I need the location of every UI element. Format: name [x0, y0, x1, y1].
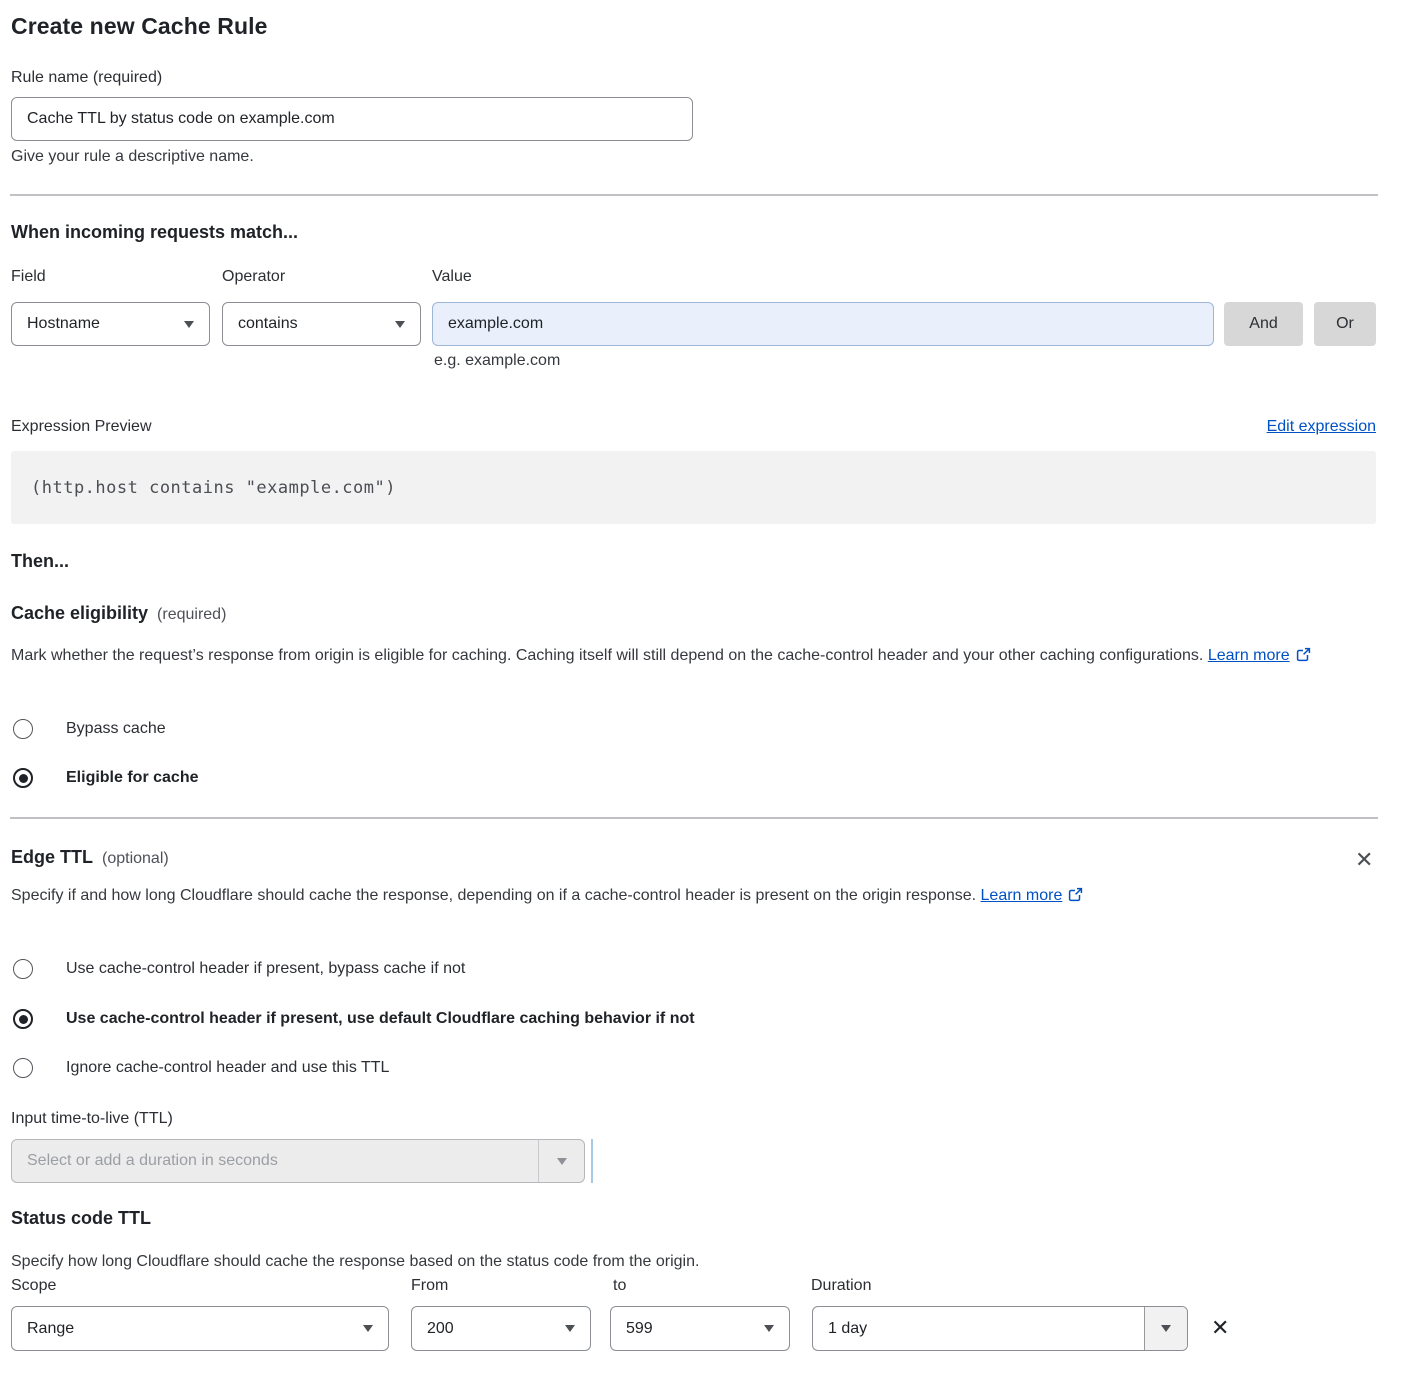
status-code-ttl-description: Specify how long Cloudflare should cache… [11, 1247, 1357, 1276]
section-divider [10, 194, 1378, 196]
field-select[interactable]: Hostname [11, 302, 210, 346]
value-label: Value [432, 268, 472, 286]
edge-ttl-heading-row: Edge TTL (optional) [11, 847, 169, 868]
match-section-heading: When incoming requests match... [11, 222, 298, 243]
external-link-icon [1296, 647, 1311, 662]
from-column-label: From [411, 1277, 448, 1295]
from-select-value: 200 [427, 1320, 565, 1338]
radio-icon-selected [13, 1009, 33, 1029]
duration-column-label: Duration [811, 1277, 871, 1295]
to-select-value: 599 [626, 1320, 764, 1338]
ttl-input-label: Input time-to-live (TTL) [11, 1110, 173, 1128]
radio-option-label: Use cache-control header if present, use… [66, 1010, 695, 1028]
chevron-down-icon [1161, 1325, 1171, 1332]
cache-eligibility-qualifier: (required) [157, 606, 226, 623]
chevron-down-icon [557, 1158, 567, 1165]
chevron-down-icon [764, 1325, 774, 1332]
section-divider [10, 817, 1378, 819]
dropdown-arrow-button[interactable] [1144, 1307, 1187, 1350]
edge-ttl-description: Specify if and how long Cloudflare shoul… [11, 881, 1121, 910]
cache-eligibility-description: Mark whether the request’s response from… [11, 641, 1357, 670]
learn-more-link[interactable]: Learn more [981, 887, 1063, 904]
cache-eligibility-heading: Cache eligibility [11, 603, 148, 623]
radio-option-bypass-cache[interactable]: Bypass cache [11, 719, 166, 739]
radio-option-ignore-header[interactable]: Ignore cache-control header and use this… [11, 1058, 389, 1078]
or-button[interactable]: Or [1314, 302, 1376, 346]
radio-option-label: Use cache-control header if present, byp… [66, 960, 465, 978]
operator-select[interactable]: contains [222, 302, 421, 346]
chevron-down-icon [565, 1325, 575, 1332]
value-helper: e.g. example.com [434, 352, 560, 370]
field-select-value: Hostname [27, 315, 184, 333]
to-column-label: to [613, 1277, 626, 1295]
value-input[interactable] [432, 302, 1214, 346]
scope-select-value: Range [27, 1320, 363, 1338]
radio-option-eligible-for-cache[interactable]: Eligible for cache [11, 768, 198, 788]
radio-icon [13, 719, 33, 739]
radio-icon [13, 1058, 33, 1078]
delete-row-icon[interactable]: ✕ [1211, 1317, 1229, 1339]
page-title: Create new Cache Rule [11, 13, 267, 40]
rule-name-helper: Give your rule a descriptive name. [11, 148, 254, 166]
scope-select[interactable]: Range [11, 1306, 389, 1351]
operator-label: Operator [222, 268, 285, 286]
radio-option-label: Eligible for cache [66, 769, 198, 787]
rule-name-label: Rule name (required) [11, 69, 162, 87]
expression-code: (http.host contains "example.com") [31, 478, 396, 498]
edge-ttl-heading: Edge TTL [11, 847, 93, 867]
operator-select-value: contains [238, 315, 395, 333]
radio-option-label: Ignore cache-control header and use this… [66, 1059, 389, 1077]
status-code-ttl-heading: Status code TTL [11, 1208, 151, 1229]
chevron-down-icon [363, 1325, 373, 1332]
scope-column-label: Scope [11, 1277, 56, 1295]
ttl-duration-combobox[interactable]: Select or add a duration in seconds [11, 1139, 585, 1183]
then-heading: Then... [11, 551, 69, 572]
to-select[interactable]: 599 [610, 1306, 790, 1351]
ttl-combobox-placeholder: Select or add a duration in seconds [12, 1140, 538, 1182]
edit-expression-link[interactable]: Edit expression [1267, 418, 1376, 436]
radio-option-use-header-bypass[interactable]: Use cache-control header if present, byp… [11, 959, 465, 979]
field-label: Field [11, 268, 46, 286]
duration-combobox-value: 1 day [813, 1307, 1144, 1350]
text-cursor [591, 1139, 593, 1183]
expression-preview-box: (http.host contains "example.com") [11, 451, 1376, 524]
and-button[interactable]: And [1224, 302, 1303, 346]
edge-ttl-qualifier: (optional) [102, 850, 169, 867]
external-link-icon [1068, 887, 1083, 902]
from-select[interactable]: 200 [411, 1306, 591, 1351]
chevron-down-icon [395, 321, 405, 328]
create-cache-rule-form: Create new Cache Rule Rule name (require… [0, 0, 1412, 1376]
close-icon[interactable]: ✕ [1355, 849, 1373, 871]
duration-combobox[interactable]: 1 day [812, 1306, 1188, 1351]
radio-icon-selected [13, 768, 33, 788]
dropdown-arrow-button [538, 1140, 584, 1182]
rule-name-input[interactable] [11, 97, 693, 141]
cache-eligibility-heading-row: Cache eligibility (required) [11, 603, 226, 624]
edge-ttl-description-text: Specify if and how long Cloudflare shoul… [11, 887, 976, 904]
radio-option-use-header-default[interactable]: Use cache-control header if present, use… [11, 1009, 695, 1029]
expression-preview-label: Expression Preview [11, 418, 152, 436]
chevron-down-icon [184, 321, 194, 328]
learn-more-link[interactable]: Learn more [1208, 647, 1290, 664]
radio-option-label: Bypass cache [66, 720, 166, 738]
radio-icon [13, 959, 33, 979]
cache-eligibility-description-text: Mark whether the request’s response from… [11, 647, 1203, 664]
